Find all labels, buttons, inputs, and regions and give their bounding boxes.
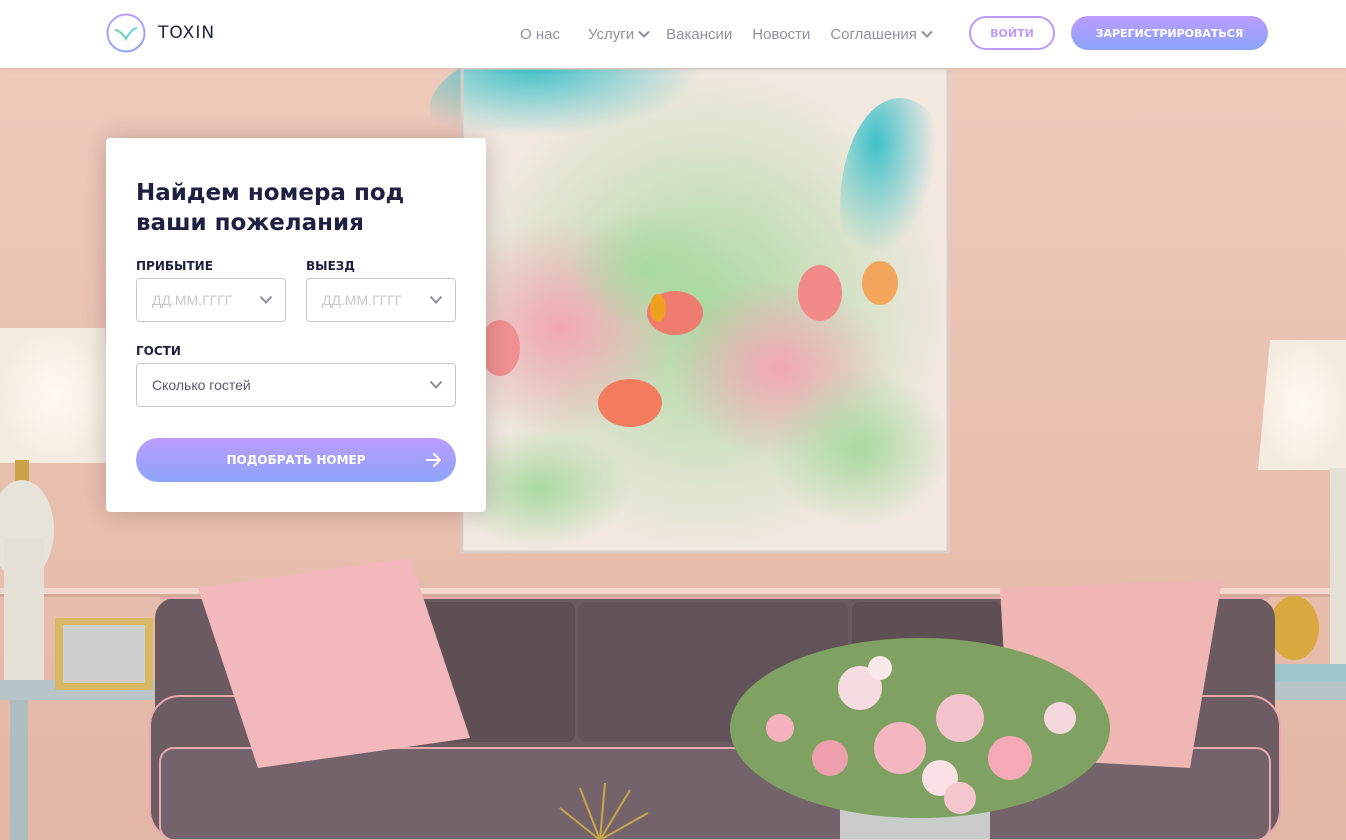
arrival-placeholder: ДД.ММ.ГГГГ <box>152 292 233 308</box>
main-nav: О нас Услуги Вакансии Новости Соглашения <box>520 0 933 68</box>
nav-item-services[interactable]: Услуги <box>588 26 650 43</box>
nav-item-news[interactable]: Новости <box>752 26 810 43</box>
top-header: TOXIN О нас Услуги Вакансии Новости Согл… <box>0 0 1346 68</box>
card-title: Найдем номера под ваши пожелания <box>136 180 405 236</box>
arrival-label: ПРИБЫТИЕ <box>136 259 213 273</box>
room-search-card: Найдем номера под ваши пожелания ПРИБЫТИ… <box>106 138 486 512</box>
chevron-down-icon <box>429 380 443 389</box>
nav-item-label: О нас <box>520 25 560 43</box>
arrow-right-icon <box>426 453 441 467</box>
nav-item-label: Новости <box>752 25 811 43</box>
brand-logo[interactable]: TOXIN <box>106 13 215 53</box>
nav-item-label: Соглашения <box>830 25 917 43</box>
nav-item-vacancies[interactable]: Вакансии <box>666 26 732 43</box>
guests-value: Сколько гостей <box>152 377 251 393</box>
nav-item-about[interactable]: О нас <box>520 26 560 43</box>
toxin-logo-icon <box>106 13 146 53</box>
find-room-label: ПОДОБРАТЬ НОМЕР <box>226 453 366 467</box>
chevron-down-icon <box>921 30 933 38</box>
find-room-button[interactable]: ПОДОБРАТЬ НОМЕР <box>136 438 456 482</box>
chevron-down-icon <box>259 295 273 304</box>
nav-item-agreements[interactable]: Соглашения <box>830 26 933 43</box>
brand-name: TOXIN <box>158 23 216 43</box>
chevron-down-icon <box>638 30 650 38</box>
login-button[interactable]: ВОЙТИ <box>969 16 1055 50</box>
chevron-down-icon <box>429 295 443 304</box>
nav-item-label: Услуги <box>587 25 635 43</box>
departure-date-field[interactable]: ДД.ММ.ГГГГ <box>306 278 456 322</box>
guests-dropdown[interactable]: Сколько гостей <box>136 363 456 407</box>
departure-label: ВЫЕЗД <box>306 259 355 273</box>
register-button[interactable]: ЗАРЕГИСТРИРОВАТЬСЯ <box>1071 16 1268 50</box>
guests-label: ГОСТИ <box>136 344 181 358</box>
nav-item-label: Вакансии <box>666 25 733 43</box>
departure-placeholder: ДД.ММ.ГГГГ <box>322 292 403 308</box>
arrival-date-field[interactable]: ДД.ММ.ГГГГ <box>136 278 286 322</box>
